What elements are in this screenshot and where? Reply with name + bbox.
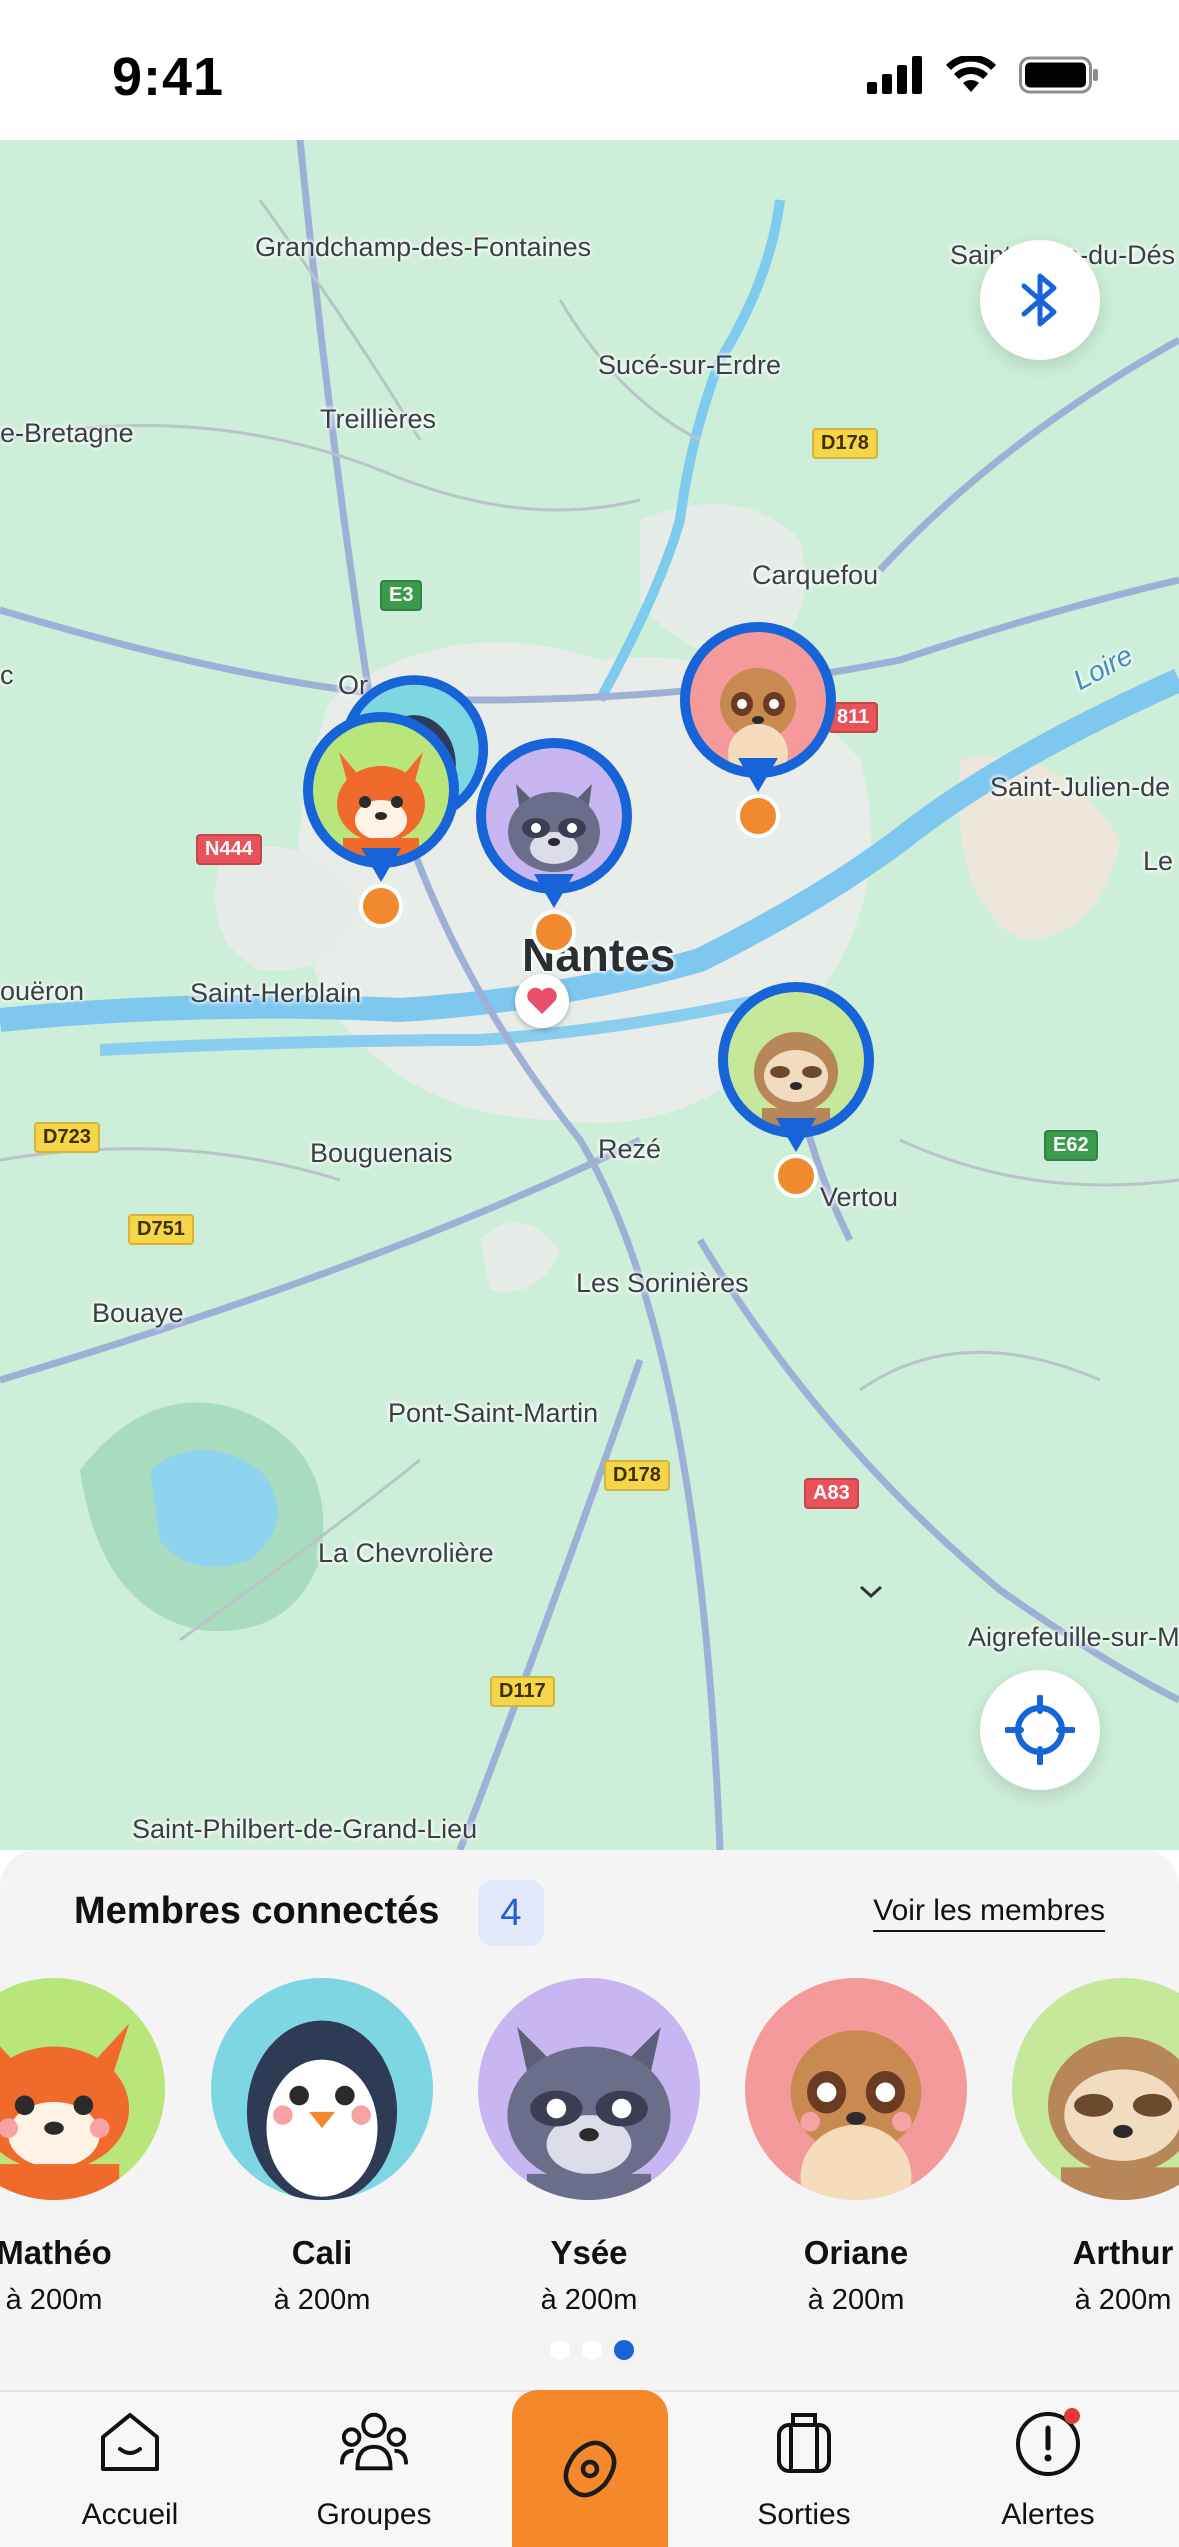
meerkat-avatar-icon <box>790 2030 922 2200</box>
road-a83: A83 <box>804 1478 859 1509</box>
meerkat-avatar-icon <box>720 668 796 768</box>
raccoon-avatar-icon <box>507 2026 671 2200</box>
road-n444: N444 <box>196 834 262 865</box>
map-pin-oriane[interactable] <box>680 622 836 838</box>
view-members-link[interactable]: Voir les membres <box>873 1894 1105 1932</box>
member-distance: à 200m <box>540 2284 638 2316</box>
bluetooth-button[interactable] <box>980 240 1100 360</box>
member-card-ysee[interactable]: Ysée à 200m <box>469 1978 709 2317</box>
avatar <box>211 1978 433 2200</box>
fox-avatar-icon <box>0 2023 130 2200</box>
place-bouguenais: Bouguenais <box>310 1138 453 1168</box>
road-e3: E3 <box>380 580 423 611</box>
map-pin-matheo[interactable] <box>303 712 459 928</box>
place-la-chevroliere: La Chevrolière <box>318 1538 494 1568</box>
home-icon <box>101 2413 159 2471</box>
status-bar: 9:41 <box>0 0 1179 140</box>
members-panel-title: Membres connectés <box>74 1890 440 1932</box>
member-distance: à 200m <box>5 2284 103 2316</box>
member-name: Oriane <box>803 2234 909 2271</box>
backpack-icon <box>777 2413 831 2473</box>
tab-home[interactable]: Accueil <box>30 2392 230 2547</box>
tab-outings[interactable]: Sorties <box>704 2392 904 2547</box>
pager-dot[interactable] <box>582 2340 602 2360</box>
tab-label: Alertes <box>1001 2498 1095 2531</box>
tab-label: Groupes <box>316 2498 432 2531</box>
member-card-cali[interactable]: Cali à 200m <box>202 1978 442 2317</box>
member-name: Arthur <box>1072 2234 1174 2271</box>
pager-dot-active[interactable] <box>614 2340 634 2360</box>
tab-label: Accueil <box>81 2498 179 2531</box>
place-saint-julien: Saint-Julien-de <box>990 772 1171 802</box>
member-card-oriane[interactable]: Oriane à 200m <box>736 1978 976 2317</box>
map-view[interactable]: Grandchamp-des-Fontaines Saint-Luce-du-D… <box>0 140 1179 1850</box>
map-pin-arthur[interactable] <box>718 982 874 1198</box>
group-icon <box>339 2412 409 2471</box>
place-aigrefeuille: Aigrefeuille-sur-M <box>968 1622 1179 1652</box>
status-time: 9:41 <box>112 47 225 107</box>
battery-icon <box>1019 56 1098 94</box>
place-reze: Rezé <box>598 1134 662 1164</box>
road-d117: D117 <box>490 1676 555 1707</box>
road-d178-bottom: D178 <box>604 1460 670 1491</box>
map-pin-ysee[interactable] <box>476 738 632 954</box>
pager-dot[interactable] <box>550 2340 570 2360</box>
tab-label: Sorties <box>757 2498 851 2531</box>
explore-map-button[interactable] <box>512 2390 668 2547</box>
member-name: Cali <box>291 2234 353 2271</box>
carousel-pager[interactable] <box>550 2340 634 2360</box>
favorite-place-marker[interactable] <box>515 974 569 1028</box>
member-name: Mathéo <box>0 2234 112 2271</box>
tab-groups[interactable]: Groupes <box>274 2392 474 2547</box>
place-grandchamp: Grandchamp-des-Fontaines <box>255 232 592 262</box>
place-suce: Sucé-sur-Erdre <box>598 350 782 380</box>
place-saint-herblain: Saint-Herblain <box>190 978 362 1008</box>
member-name: Ysée <box>550 2234 628 2271</box>
status-icons <box>867 56 1099 94</box>
avatar <box>0 1978 165 2200</box>
place-saint-philbert: Saint-Philbert-de-Grand-Lieu <box>132 1814 478 1844</box>
raccoon-avatar-icon <box>508 784 600 872</box>
members-count-badge: 4 <box>478 1880 544 1946</box>
member-distance: à 200m <box>273 2284 371 2316</box>
avatar <box>1012 1978 1179 2200</box>
heart-icon <box>527 987 557 1014</box>
wifi-icon <box>946 56 996 92</box>
place-les-sorinieres: Les Sorinières <box>576 1268 749 1298</box>
alert-icon <box>1016 2408 1080 2476</box>
sloth-avatar-icon <box>754 1032 838 1128</box>
place-le: Le <box>1143 846 1174 876</box>
crosshair-icon <box>1005 1695 1075 1765</box>
place-bretagne: e-Bretagne <box>0 418 134 448</box>
place-pont-saint-martin: Pont-Saint-Martin <box>388 1398 599 1428</box>
member-card-arthur[interactable]: Arthur à 200m <box>1003 1978 1179 2317</box>
fox-avatar-icon <box>337 752 425 858</box>
road-d751: D751 <box>128 1214 194 1245</box>
place-c: c <box>0 660 14 690</box>
road-d178-top: D178 <box>812 428 878 459</box>
member-card-matheo[interactable]: Mathéo à 200m <box>0 1978 174 2317</box>
place-coueron: ouëron <box>0 976 85 1006</box>
chevron-down-icon <box>859 1585 883 1599</box>
penguin-avatar-icon <box>246 2020 398 2200</box>
map-background <box>0 140 1179 1850</box>
road-e62: E62 <box>1044 1130 1098 1161</box>
member-distance: à 200m <box>1074 2284 1172 2316</box>
place-bouaye: Bouaye <box>92 1298 184 1328</box>
locate-button[interactable] <box>980 1670 1100 1790</box>
member-distance: à 200m <box>807 2284 905 2316</box>
avatar <box>745 1978 967 2200</box>
place-treillieres: Treillières <box>320 404 437 434</box>
sloth-avatar-icon <box>1047 2036 1179 2200</box>
tab-alerts[interactable]: Alertes <box>948 2392 1148 2547</box>
road-d723: D723 <box>34 1122 100 1153</box>
signal-icon <box>867 56 922 94</box>
avatar <box>478 1978 700 2200</box>
place-carquefou: Carquefou <box>752 560 879 590</box>
compass-icon <box>563 2440 617 2497</box>
members-panel: Membres connectés 4 Voir les membres Mat… <box>0 1850 1179 2390</box>
bluetooth-icon <box>1021 273 1057 327</box>
